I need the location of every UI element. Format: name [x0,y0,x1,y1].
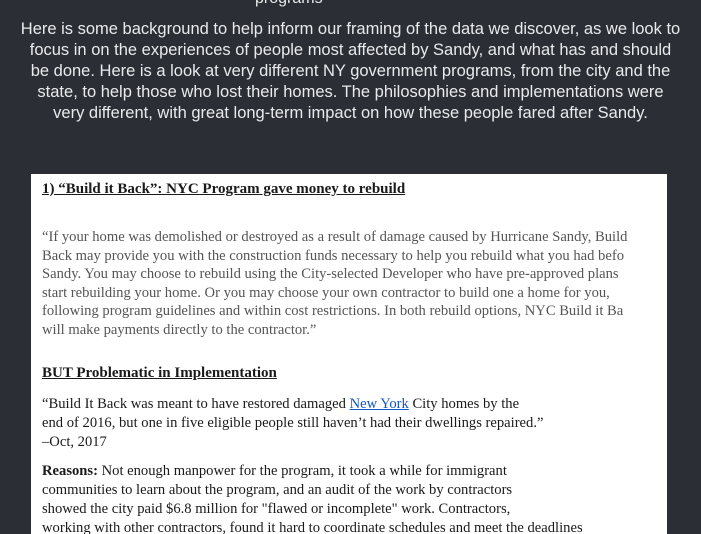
build-it-back-quote: “If your home was demolished or destroye… [42,228,667,339]
implementation-quote: “Build It Back was meant to have restore… [42,395,543,452]
heading-problematic: BUT Problematic in Implementation [42,365,277,381]
quote-line: will make payments directly to the contr… [42,321,317,338]
reasons-line4: working with other contractors, found it… [42,520,583,534]
implementation-quote-line2: end of 2016, but one in five eligible pe… [42,415,544,431]
quote-line: “If your home was demolished or destroye… [42,229,628,245]
reasons-line1: Reasons: Not enough manpower for the pro… [42,463,507,479]
implementation-quote-date: –Oct, 2017 [42,434,107,450]
quote-line: following program guidelines and within … [42,303,624,319]
heading-build-it-back: 1) “Build it Back”: NYC Program gave mon… [42,181,406,197]
reasons-paragraph: Reasons: Not enough manpower for the pro… [42,462,583,534]
implementation-quote-line1: “Build It Back was meant to have restore… [42,396,520,412]
document-screenshot: 1) “Build it Back”: NYC Program gave mon… [31,174,667,534]
reasons-line3: showed the city paid $6.8 million for "f… [42,501,511,517]
reasons-line2: communities to learn about the program, … [42,482,513,498]
top-cut-text-label: programs [255,0,323,8]
quote-line: Back may provide you with the constructi… [42,247,624,264]
intro-paragraph: Here is some background to help inform o… [20,20,681,122]
quote-line: start rebuilding your home. Or you may c… [42,284,610,301]
top-cut-text: programs [0,0,701,12]
reasons-label: Reasons: [42,463,98,479]
quote-line: Sandy. You may choose to rebuild using t… [42,266,619,282]
new-york-link[interactable]: New York [350,396,409,412]
